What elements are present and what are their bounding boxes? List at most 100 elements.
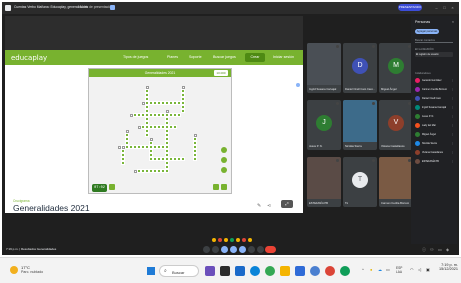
close-window-icon[interactable]: × [450,5,455,10]
activities-button[interactable] [257,246,264,253]
people-list-item[interactable]: Jesus P. N. ⋮ [415,114,455,120]
taskbar-search[interactable]: ⌕ Buscar [159,265,199,277]
crossword-cell[interactable] [141,113,145,117]
maximize-icon[interactable]: □ [442,5,447,10]
reaction-icon[interactable] [230,238,234,242]
participant-tile[interactable]: M Miguel Ángel [379,43,413,93]
expand-icon[interactable]: ⤢ [281,200,293,208]
participant-tile[interactable]: ESTEFANÍA PB [307,157,341,207]
more-options-button[interactable] [248,246,255,253]
participant-tile[interactable]: Nicolás Sierra [343,100,377,150]
reaction-icon[interactable] [224,238,228,242]
people-list-item[interactable]: Lady del Mar ⋮ [415,123,455,129]
crossword-cell[interactable] [121,161,125,165]
settings-icon[interactable] [310,266,320,276]
login-link[interactable]: Iniciar sesión [273,55,294,59]
crossword-cell[interactable] [145,133,149,137]
participant-tile[interactable]: D Daniel Onell Caro Cast... [343,43,377,93]
reaction-icon[interactable] [218,238,222,242]
chat-icon[interactable]: ▭ [438,247,442,252]
crossword-cell[interactable] [181,97,185,101]
opera-icon[interactable] [325,266,335,276]
mic-button[interactable] [203,246,210,253]
reaction-icon[interactable] [212,238,216,242]
create-button[interactable]: Crear [245,53,265,62]
registration-select[interactable]: El registro de usuario [415,52,453,57]
captions-button[interactable] [221,246,228,253]
pause-button[interactable] [109,184,115,190]
people-list-item[interactable]: Carmen Cecilia Borrero ⋮ [415,87,455,93]
more-icon[interactable]: ⋮ [452,115,454,118]
crossword-cell[interactable] [161,145,165,149]
edit-icon[interactable]: ✎ [257,203,261,209]
volume-icon[interactable]: ◁ [418,267,421,272]
more-icon[interactable]: ⋮ [452,151,454,154]
meet-app-icon[interactable] [340,266,350,276]
crossword-cell[interactable] [193,157,197,161]
onedrive-icon[interactable]: ☁ [378,267,382,272]
more-icon[interactable]: ⋮ [452,124,454,127]
people-list-item[interactable]: Gerardo González ⋮ [415,78,455,84]
store-icon[interactable] [295,266,305,276]
start-button[interactable] [147,267,155,275]
chrome-icon[interactable] [265,266,275,276]
search-contacts-input[interactable]: Buscar contactos [415,38,453,43]
present-button[interactable] [239,246,246,253]
reaction-icon[interactable] [248,238,252,242]
crossword-cell[interactable] [165,121,169,125]
participant-tile[interactable]: J Jesus P. N. [307,100,341,150]
crossword-cell[interactable] [181,109,185,113]
crossword-cell[interactable] [177,113,181,117]
more-icon[interactable]: ⋮ [452,133,454,136]
more-icon[interactable]: ⋮ [452,160,454,163]
crossword-cell[interactable] [141,125,145,129]
weather-icon[interactable] [10,266,18,274]
crossword-cell[interactable] [181,157,185,161]
raise-hand-button[interactable] [230,246,237,253]
crossword-cell[interactable] [173,125,177,129]
nav-tipos-de-juegos[interactable]: Tipos de juegos [123,55,148,59]
system-clock[interactable]: 7:19 p. m. 15/12/2021 [438,263,458,271]
activities-icon[interactable]: ◈ [446,247,449,252]
taskview-icon[interactable] [205,266,215,276]
nav-planes[interactable]: Planes [167,55,178,59]
check-button[interactable] [221,157,227,163]
crossword-cell[interactable] [149,157,153,161]
info-icon[interactable]: ⓘ [422,247,426,253]
more-icon[interactable]: ⋮ [452,88,454,91]
close-panel-icon[interactable]: × [452,20,454,24]
people-list-item[interactable]: Ingrid Susana Carvajal ⋮ [415,105,455,111]
restart-button[interactable] [213,184,219,190]
crossword-board[interactable] [113,85,209,173]
tray-chevron-icon[interactable]: ^ [362,267,364,272]
crossword-cell[interactable] [149,141,153,145]
presenting-button[interactable]: PRESENTANDO [398,4,422,11]
nav-buscar-juegos[interactable]: Buscar juegos [213,55,236,59]
notification-icon[interactable]: ▣ [426,267,430,272]
crossword-cell[interactable] [161,157,165,161]
educaplay-logo[interactable]: educaplay [11,54,47,62]
people-list-item[interactable]: Daniel Onell Caro ⋮ [415,96,455,102]
more-icon[interactable]: ⋮ [452,106,454,109]
hint-button[interactable] [221,147,227,153]
widgets-icon[interactable] [220,266,230,276]
sound-button[interactable] [221,167,227,173]
reaction-icon[interactable] [236,238,240,242]
battery-icon[interactable]: ▭ [386,267,390,272]
folder-icon[interactable] [280,266,290,276]
tray-app-icon[interactable]: ● [370,267,372,272]
nav-soporte[interactable]: Soporte [189,55,202,59]
participant-tile[interactable]: T Tú [343,157,377,207]
more-icon[interactable]: ⋮ [452,97,454,100]
people-list-item[interactable]: Nicolás Sierra ⋮ [415,141,455,147]
participant-tile[interactable]: V Viviana Castellanos [379,100,413,150]
participant-tile[interactable]: Ingrid Susana Carvajal [307,43,341,93]
people-icon[interactable]: ⚇ [430,247,434,252]
scroll-handle[interactable] [295,82,301,88]
people-list-item[interactable]: ESTEFANÍA PB ⋮ [415,159,455,165]
people-list-item[interactable]: Miguel Ángel ⋮ [415,132,455,138]
fullscreen-game-button[interactable] [221,184,227,190]
participant-tile[interactable]: Carmen Cecilia Borrero [379,157,413,207]
edge-icon[interactable] [250,266,260,276]
more-icon[interactable]: ⋮ [452,79,454,82]
